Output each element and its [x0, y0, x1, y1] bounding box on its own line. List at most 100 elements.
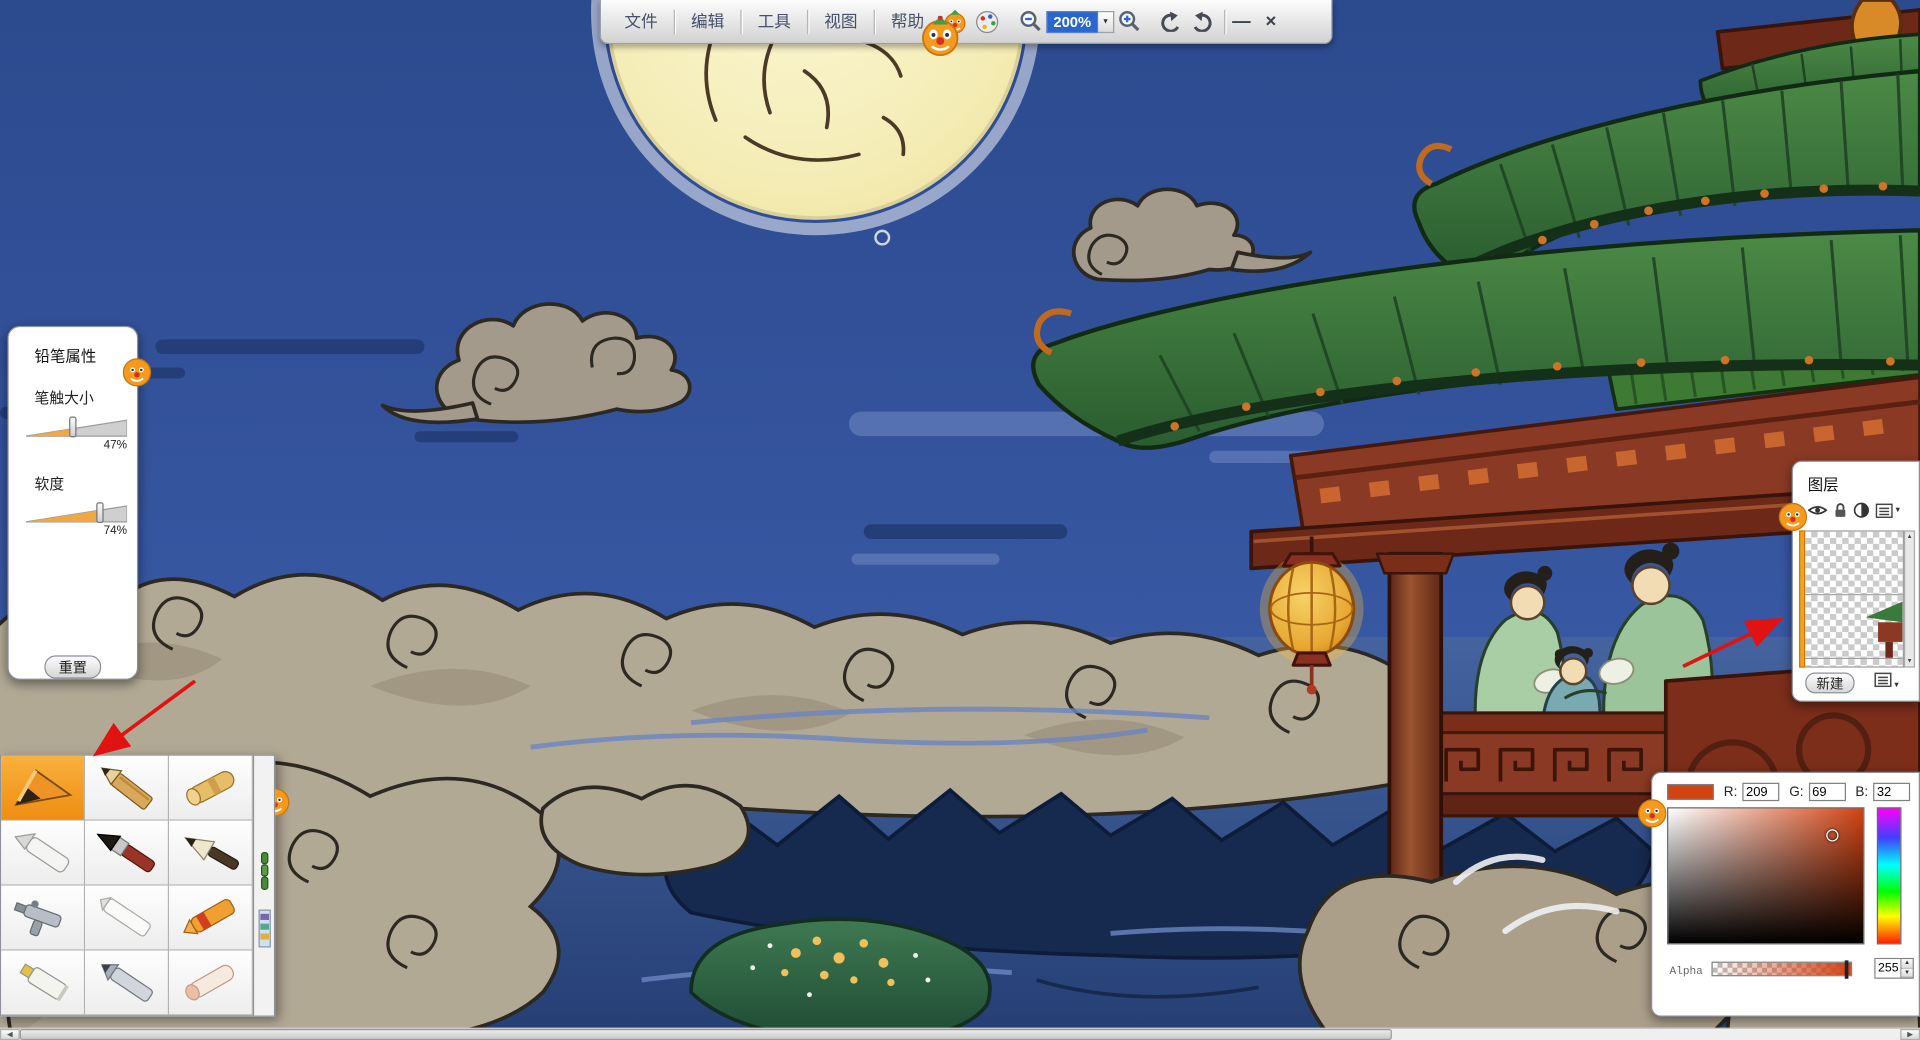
brush-eraser-stick[interactable] — [169, 951, 253, 1016]
red-value-input[interactable] — [1742, 783, 1779, 801]
scroll-up-icon[interactable]: ▲ — [1906, 533, 1912, 540]
layer-thumbnail-3[interactable] — [1805, 659, 1902, 668]
minimize-button[interactable]: — — [1227, 6, 1257, 38]
layers-panel: 图层 ▼ ▲ ▼ 新建 ▼ — [1792, 461, 1920, 702]
blue-value-input[interactable] — [1873, 783, 1910, 801]
bamboo-brush-icon[interactable] — [257, 851, 271, 896]
layer-thumbnail-2[interactable] — [1805, 595, 1902, 659]
app-window: 文件 编辑 工具 视图 帮助 200% ▼ — × 铅笔属性 笔触大小 47% … — [0, 0, 1920, 1040]
divider — [1224, 9, 1225, 33]
eraser-stick-icon — [173, 955, 247, 1009]
layers-panel-title: 图层 — [1808, 472, 1919, 495]
pencil-icon — [89, 761, 163, 815]
brush-size-slider[interactable] — [26, 416, 127, 437]
new-layer-button[interactable]: 新建 — [1805, 672, 1854, 693]
canvas[interactable] — [0, 0, 1920, 1040]
saturation-value-field[interactable] — [1667, 807, 1864, 944]
zoom-out-button[interactable] — [1016, 6, 1047, 38]
divider — [807, 9, 808, 33]
alpha-slider[interactable] — [1711, 962, 1852, 977]
brush-paint-brush[interactable] — [85, 821, 169, 886]
softness-value: 74% — [26, 524, 127, 537]
mascot-clown-handle[interactable] — [919, 16, 961, 58]
brush-size-value: 47% — [26, 439, 127, 452]
layer-thumbnail-1[interactable] — [1805, 532, 1902, 596]
brush-size-label: 笔触大小 — [35, 387, 137, 408]
menu-view[interactable]: 视图 — [809, 1, 872, 43]
layer-artwork-preview — [1861, 595, 1903, 659]
redo-button[interactable] — [1186, 6, 1217, 38]
alpha-spinbox: ▲ ▼ — [1874, 958, 1913, 979]
zoom-in-button[interactable] — [1114, 6, 1145, 38]
layer-visibility-eye-icon[interactable] — [1808, 503, 1828, 516]
divider — [740, 9, 741, 33]
brush-paint-tube[interactable] — [1, 951, 85, 1016]
scrollbar-track[interactable] — [20, 1029, 1901, 1040]
palette-icon[interactable] — [975, 9, 1000, 33]
alpha-slider-handle[interactable] — [1845, 960, 1849, 978]
softness-slider[interactable] — [26, 502, 127, 523]
zoom-dropdown-button[interactable]: ▼ — [1098, 10, 1114, 32]
brush-chisel-marker[interactable] — [1, 821, 85, 886]
current-color-swatch — [1667, 784, 1714, 800]
alpha-value-input[interactable] — [1876, 959, 1901, 977]
brush-grid — [0, 755, 254, 1017]
menu-edit[interactable]: 编辑 — [676, 1, 739, 43]
scroll-down-icon[interactable]: ▼ — [1906, 658, 1912, 665]
reset-button[interactable]: 重置 — [44, 655, 101, 678]
pencil-nib-icon — [6, 761, 80, 815]
undo-button[interactable] — [1155, 6, 1186, 38]
scrollbar-thumb[interactable] — [20, 1029, 1392, 1040]
color-picker-panel: R: G: B: Alpha ▲ ▼ — [1651, 772, 1920, 1017]
layer-blend-contrast-icon[interactable] — [1853, 502, 1869, 518]
blue-label: B: — [1855, 785, 1868, 800]
chevron-down-icon: ▼ — [1894, 507, 1901, 514]
layers-menu-icon[interactable]: ▼ — [1874, 671, 1900, 693]
brush-chalk[interactable] — [85, 886, 169, 951]
spin-down-icon[interactable]: ▼ — [1901, 968, 1912, 977]
brush-pencil-nib[interactable] — [1, 756, 85, 821]
brush-metal-pencil[interactable] — [85, 951, 169, 1016]
zoom-level-input[interactable]: 200% — [1046, 10, 1098, 32]
horizontal-scrollbar[interactable]: ◀ ▶ — [0, 1028, 1920, 1040]
paint-brush-icon — [89, 826, 163, 880]
panel-title: 铅笔属性 — [35, 343, 137, 366]
brush-pencil[interactable] — [85, 756, 169, 821]
texture-brush-icon[interactable] — [257, 909, 271, 954]
scroll-right-button[interactable]: ▶ — [1900, 1029, 1920, 1040]
alpha-label: Alpha — [1670, 965, 1703, 977]
brush-crayon[interactable] — [169, 756, 253, 821]
color-cursor[interactable] — [1826, 829, 1838, 841]
crayon-icon — [173, 761, 247, 815]
scroll-left-icon: ◀ — [7, 1030, 13, 1039]
green-value-input[interactable] — [1808, 783, 1845, 801]
brush-size-slider-thumb[interactable] — [69, 416, 76, 437]
chevron-down-icon: ▼ — [1102, 18, 1109, 25]
divider — [674, 9, 675, 33]
close-button[interactable]: × — [1256, 6, 1286, 38]
hue-strip[interactable] — [1877, 807, 1902, 944]
brush-ink-brush[interactable] — [169, 821, 253, 886]
chalk-icon — [89, 891, 163, 945]
softness-slider-thumb[interactable] — [96, 502, 103, 523]
brush-airbrush[interactable] — [1, 886, 85, 951]
red-label: R: — [1724, 785, 1738, 800]
color-collapse-clown-tab[interactable] — [1637, 797, 1667, 829]
metal-pencil-icon — [89, 955, 163, 1009]
brush-sub-palette — [254, 755, 275, 1017]
layers-collapse-clown-tab[interactable] — [1778, 501, 1808, 533]
chevron-down-icon: ▼ — [1893, 682, 1900, 689]
layer-lock-icon[interactable] — [1834, 502, 1848, 518]
divider — [874, 9, 875, 33]
wax-crayon-icon — [173, 891, 247, 945]
menu-tools[interactable]: 工具 — [743, 1, 806, 43]
spin-up-icon[interactable]: ▲ — [1901, 959, 1912, 968]
layer-list-scrollbar[interactable]: ▲ ▼ — [1904, 530, 1915, 667]
ink-brush-icon — [173, 826, 247, 880]
menu-file[interactable]: 文件 — [610, 1, 673, 43]
scroll-left-button[interactable]: ◀ — [0, 1029, 20, 1040]
layer-list — [1805, 530, 1904, 667]
softness-label: 软度 — [35, 473, 137, 494]
layer-options-menu-icon[interactable]: ▼ — [1876, 503, 1902, 518]
brush-wax-crayon[interactable] — [169, 886, 253, 951]
